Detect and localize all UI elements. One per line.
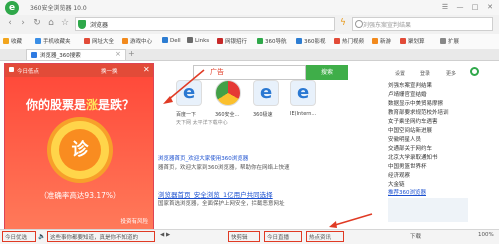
- arrow-head: [329, 221, 337, 228]
- status-bar: 今日优选 🔈 这些事你都要知道，真是你不知道的 ◀ ▶ 快剪辑 今日直播 热点资…: [0, 229, 499, 244]
- popup-logo-icon: [9, 67, 14, 72]
- live-button[interactable]: 今日直播: [264, 231, 302, 242]
- arrow-line: [334, 213, 373, 226]
- stock-popup: 今日低点 换一换 ✕ 你的股票是涨是跌？ 诊 （准确率高达93.17%） 投资有…: [4, 63, 154, 231]
- video-edit-button[interactable]: 快剪辑: [228, 231, 260, 242]
- accuracy-text: （准确率高达93.17%）: [39, 191, 121, 200]
- diagnose-button[interactable]: 诊: [51, 121, 109, 179]
- ticker-nav-icon[interactable]: ◀ ▶: [160, 232, 170, 238]
- news-ticker[interactable]: 这些事你都要知道，真是你不知道的: [47, 231, 155, 242]
- diagnose-coin-icon: 诊: [59, 129, 101, 171]
- popup-question: 你的股票是涨是跌？: [25, 98, 135, 112]
- popup-header: 今日低点 换一换 ✕: [5, 64, 153, 77]
- popup-close-button[interactable]: ✕: [143, 65, 150, 74]
- risk-disclaimer: 投资有风险: [120, 219, 148, 225]
- hot-news-button[interactable]: 热点资讯: [306, 231, 344, 242]
- popup-body[interactable]: 你的股票是涨是跌？ 诊 （准确率高达93.17%） 投资有风险: [5, 77, 153, 230]
- arrow-line: [167, 69, 205, 101]
- today-picks-button[interactable]: 今日优选: [2, 231, 36, 242]
- popup-refresh-button[interactable]: 换一换: [101, 67, 118, 75]
- speaker-icon: 🔈: [38, 233, 46, 240]
- download-button[interactable]: 下载: [410, 232, 421, 240]
- zoom-level[interactable]: 100%: [478, 232, 494, 238]
- popup-title: 今日低点: [17, 69, 40, 75]
